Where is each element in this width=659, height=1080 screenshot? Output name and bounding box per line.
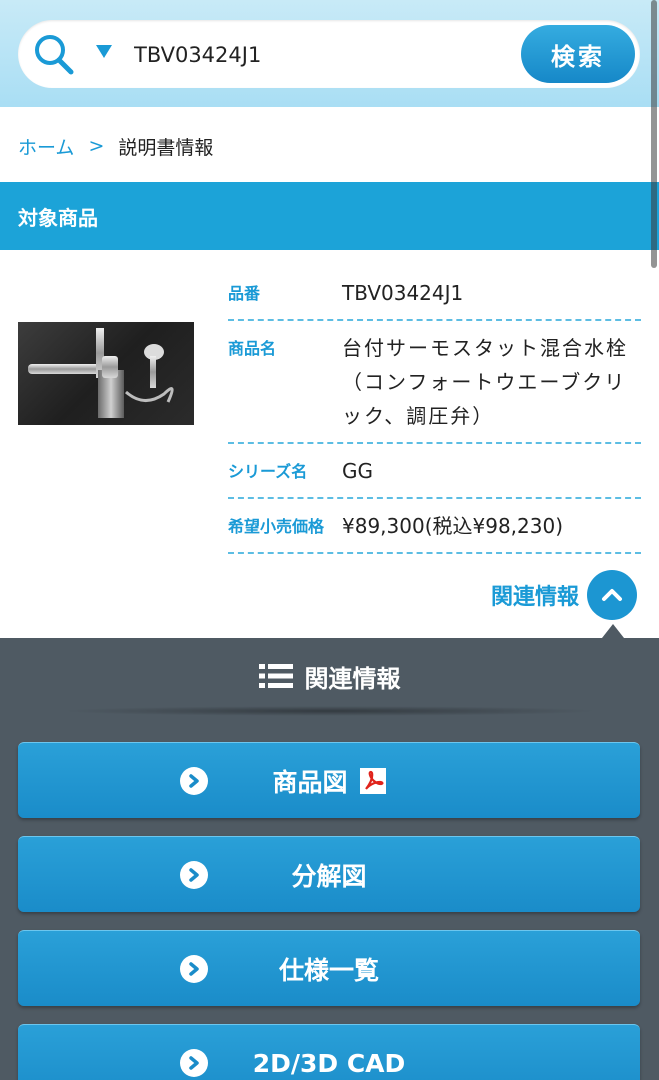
spec-value: 台付サーモスタット混合水栓（コンフォートウエーブクリック、調圧弁） xyxy=(342,336,628,428)
related-info-toggle[interactable]: 関連情報 xyxy=(491,570,637,620)
search-scope-dropdown-icon[interactable] xyxy=(96,45,112,58)
spec-row-price: 希望小売価格 ¥89,300(税込¥98,230) xyxy=(228,499,641,554)
spec-label: 商品名 xyxy=(228,339,277,358)
pdf-icon xyxy=(359,768,386,794)
spec-row-product-number: 品番 TBV03424J1 xyxy=(228,266,641,321)
spec-list-button[interactable]: 仕様一覧 xyxy=(18,930,640,1006)
panel-pointer xyxy=(602,624,624,638)
breadcrumb: ホーム > 説明書情報 xyxy=(18,130,213,162)
scrollbar[interactable] xyxy=(651,0,657,268)
button-label: 仕様一覧 xyxy=(278,956,379,985)
spec-row-series: シリーズ名 GG xyxy=(228,444,641,499)
chevron-up-icon[interactable] xyxy=(587,570,637,620)
section-title: 対象商品 xyxy=(0,182,659,250)
spec-label: シリーズ名 xyxy=(228,462,308,481)
related-info-toggle-label[interactable]: 関連情報 xyxy=(491,579,579,611)
cad-button[interactable]: 2D/3D CAD xyxy=(18,1024,640,1080)
breadcrumb-home-link[interactable]: ホーム xyxy=(18,133,74,160)
product-spec-table: 品番 TBV03424J1 商品名 台付サーモスタット混合水栓（コンフォートウエ… xyxy=(228,266,641,554)
spec-row-product-name: 商品名 台付サーモスタット混合水栓（コンフォートウエーブクリック、調圧弁） xyxy=(228,321,641,444)
product-drawing-button[interactable]: 商品図 xyxy=(18,742,640,818)
spec-value: GG xyxy=(342,459,373,483)
related-info-panel: 関連情報 商品図 分解図 仕様一覧 2D/3D CAD xyxy=(0,638,659,1080)
spec-value: TBV03424J1 xyxy=(342,281,464,305)
divider xyxy=(60,706,600,716)
list-icon xyxy=(258,664,293,688)
breadcrumb-current: 説明書情報 xyxy=(118,136,214,159)
button-label-wrap: 商品図 xyxy=(18,743,640,819)
search-box: 検索 xyxy=(18,20,640,88)
spec-label: 希望小売価格 xyxy=(228,517,325,536)
button-label: 商品図 xyxy=(272,768,348,797)
search-input[interactable] xyxy=(134,38,514,72)
exploded-view-button[interactable]: 分解図 xyxy=(18,836,640,912)
panel-title: 関連情報 xyxy=(0,654,659,698)
spec-label: 品番 xyxy=(228,284,261,303)
breadcrumb-separator: > xyxy=(88,135,105,157)
search-icon[interactable] xyxy=(32,32,76,76)
panel-title-text: 関連情報 xyxy=(304,664,401,693)
spec-value: ¥89,300(税込¥98,230) xyxy=(342,514,564,538)
search-header: 検索 xyxy=(0,0,659,107)
button-label: 2D/3D CAD xyxy=(252,1048,406,1078)
product-image xyxy=(18,322,194,425)
button-label: 分解図 xyxy=(291,862,367,891)
search-button[interactable]: 検索 xyxy=(521,25,635,83)
